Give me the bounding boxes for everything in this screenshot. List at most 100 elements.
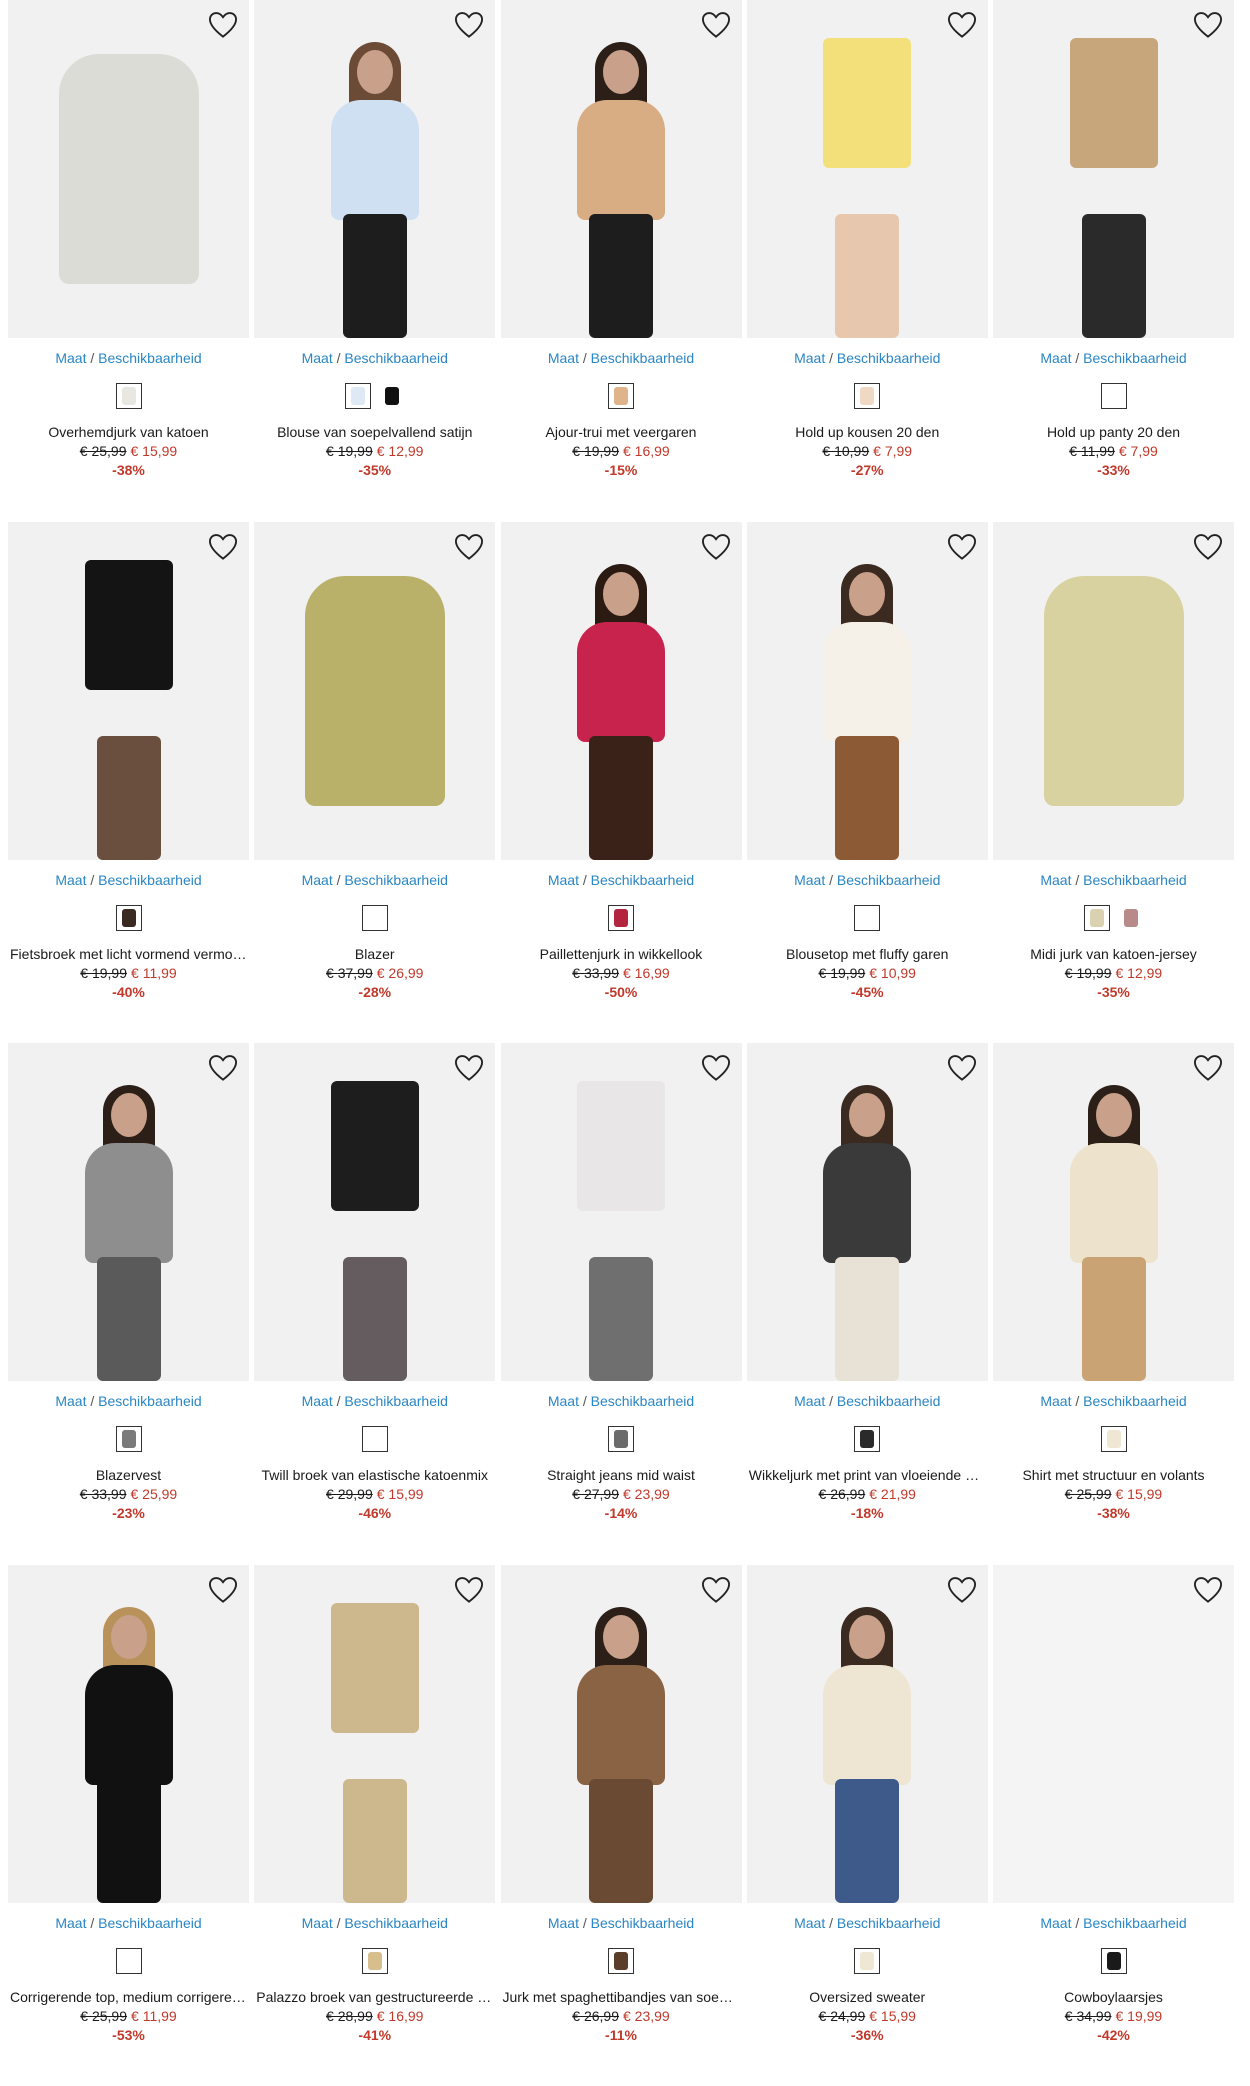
product-image[interactable] (8, 522, 249, 860)
product-card[interactable]: Maat / BeschikbaarheidCowboylaarsjes€ 34… (993, 1565, 1234, 2086)
product-title[interactable]: Corrigerende top, medium corrigerend (8, 1988, 249, 2006)
product-image[interactable] (501, 0, 742, 338)
size-availability-link[interactable]: Maat / Beschikbaarheid (8, 349, 249, 367)
product-image[interactable] (501, 1043, 742, 1381)
product-title[interactable]: Paillettenjurk in wikkellook (501, 945, 742, 963)
product-title[interactable]: Ajour-trui met veergaren (501, 423, 742, 441)
product-card[interactable]: Maat / Beschikbaarheid Shirt met structuu… (993, 1043, 1234, 1565)
product-card[interactable]: Maat / BeschikbaarheidTwill broek van el… (254, 1043, 495, 1565)
product-card[interactable]: Maat / BeschikbaarheidBlazer€ 37,99€ 26,… (254, 522, 495, 1044)
size-availability-link[interactable]: Maat / Beschikbaarheid (747, 871, 988, 889)
size-availability-link[interactable]: Maat / Beschikbaarheid (8, 1914, 249, 1932)
color-swatch[interactable] (362, 1426, 388, 1452)
product-card[interactable]: Maat / BeschikbaarheidAjour-trui met vee… (501, 0, 742, 522)
product-title[interactable]: Palazzo broek van gestructureerde stof (254, 1988, 495, 2006)
color-swatch[interactable] (362, 905, 388, 931)
color-swatch[interactable] (854, 905, 880, 931)
product-title[interactable]: Shirt met structuur en volants (993, 1466, 1234, 1484)
product-image[interactable] (747, 0, 988, 338)
size-availability-link[interactable]: Maat / Beschikbaarheid (501, 1392, 742, 1410)
product-title[interactable]: Blazer (254, 945, 495, 963)
product-card[interactable]: Maat / Beschikbaarheid Wikkeljurk met pri… (747, 1043, 988, 1565)
product-image[interactable] (747, 1565, 988, 1903)
color-swatch[interactable] (608, 905, 634, 931)
color-swatch[interactable] (1084, 905, 1110, 931)
size-availability-link[interactable]: Maat / Beschikbaarheid (254, 871, 495, 889)
product-card[interactable]: Maat / BeschikbaarheidOversized sweater€… (747, 1565, 988, 2086)
size-availability-link[interactable]: Maat / Beschikbaarheid (993, 1392, 1234, 1410)
product-card[interactable]: Maat / Beschikbaarheid Midi jurk van kato… (993, 522, 1234, 1044)
wishlist-heart-icon[interactable] (207, 1575, 239, 1605)
product-image[interactable] (993, 0, 1234, 338)
product-card[interactable]: Maat / Beschikbaarheid Hold up kousen 20 … (747, 0, 988, 522)
wishlist-heart-icon[interactable] (453, 1053, 485, 1083)
wishlist-heart-icon[interactable] (946, 1053, 978, 1083)
color-swatch[interactable] (1101, 383, 1127, 409)
wishlist-heart-icon[interactable] (207, 532, 239, 562)
wishlist-heart-icon[interactable] (946, 10, 978, 40)
color-swatch[interactable] (608, 383, 634, 409)
product-image[interactable] (501, 1565, 742, 1903)
product-image[interactable] (254, 1043, 495, 1381)
color-swatch[interactable] (1101, 1426, 1127, 1452)
size-availability-link[interactable]: Maat / Beschikbaarheid (8, 871, 249, 889)
product-card[interactable]: Maat / BeschikbaarheidStraight jeans mid… (501, 1043, 742, 1565)
product-title[interactable]: Blazervest (8, 1466, 249, 1484)
size-availability-link[interactable]: Maat / Beschikbaarheid (254, 1914, 495, 1932)
product-card[interactable]: Maat / BeschikbaarheidHold up panty 20 d… (993, 0, 1234, 522)
product-card[interactable]: Maat / BeschikbaarheidJurk met spaghetti… (501, 1565, 742, 2086)
product-title[interactable]: Midi jurk van katoen-jersey (993, 945, 1234, 963)
color-swatch[interactable] (854, 383, 880, 409)
product-image[interactable] (254, 522, 495, 860)
size-availability-link[interactable]: Maat / Beschikbaarheid (747, 1392, 988, 1410)
product-card[interactable]: Maat / Beschikbaarheid Fietsbroek met lic… (8, 522, 249, 1044)
wishlist-heart-icon[interactable] (207, 10, 239, 40)
wishlist-heart-icon[interactable] (700, 1575, 732, 1605)
color-swatch[interactable] (362, 1948, 388, 1974)
color-swatch[interactable] (854, 1426, 880, 1452)
product-title[interactable]: Cowboylaarsjes (993, 1988, 1234, 2006)
color-swatch[interactable] (854, 1948, 880, 1974)
wishlist-heart-icon[interactable] (453, 10, 485, 40)
size-availability-link[interactable]: Maat / Beschikbaarheid (993, 871, 1234, 889)
product-image[interactable] (747, 522, 988, 860)
product-image[interactable] (993, 522, 1234, 860)
product-card[interactable]: Maat / Beschikbaarheid Overhemdjurk van k… (8, 0, 249, 522)
size-availability-link[interactable]: Maat / Beschikbaarheid (747, 349, 988, 367)
size-availability-link[interactable]: Maat / Beschikbaarheid (254, 349, 495, 367)
color-swatch[interactable] (608, 1426, 634, 1452)
product-card[interactable]: Maat / BeschikbaarheidBlazervest€ 33,99€… (8, 1043, 249, 1565)
product-image[interactable] (993, 1043, 1234, 1381)
wishlist-heart-icon[interactable] (1192, 532, 1224, 562)
product-title[interactable]: Overhemdjurk van katoen (8, 423, 249, 441)
size-availability-link[interactable]: Maat / Beschikbaarheid (501, 871, 742, 889)
product-image[interactable] (8, 1043, 249, 1381)
product-title[interactable]: Wikkeljurk met print van vloeiende visco… (747, 1466, 988, 1484)
color-swatch[interactable] (116, 1948, 142, 1974)
color-swatch[interactable] (379, 383, 405, 409)
wishlist-heart-icon[interactable] (1192, 1575, 1224, 1605)
product-card[interactable]: Maat / Beschikbaarheid Corrigerende top, … (8, 1565, 249, 2086)
wishlist-heart-icon[interactable] (207, 1053, 239, 1083)
product-title[interactable]: Hold up kousen 20 den (747, 423, 988, 441)
wishlist-heart-icon[interactable] (700, 10, 732, 40)
wishlist-heart-icon[interactable] (700, 532, 732, 562)
color-swatch[interactable] (345, 383, 371, 409)
wishlist-heart-icon[interactable] (700, 1053, 732, 1083)
wishlist-heart-icon[interactable] (946, 1575, 978, 1605)
color-swatch[interactable] (608, 1948, 634, 1974)
color-swatch[interactable] (116, 383, 142, 409)
product-title[interactable]: Jurk met spaghettibandjes van soepelvall… (501, 1988, 742, 2006)
size-availability-link[interactable]: Maat / Beschikbaarheid (747, 1914, 988, 1932)
product-title[interactable]: Hold up panty 20 den (993, 423, 1234, 441)
product-image[interactable] (747, 1043, 988, 1381)
color-swatch[interactable] (1118, 905, 1144, 931)
product-title[interactable]: Oversized sweater (747, 1988, 988, 2006)
product-title[interactable]: Blouse van soepelvallend satijn (254, 423, 495, 441)
wishlist-heart-icon[interactable] (946, 532, 978, 562)
color-swatch[interactable] (116, 905, 142, 931)
product-image[interactable] (993, 1565, 1234, 1903)
product-image[interactable] (8, 0, 249, 338)
wishlist-heart-icon[interactable] (453, 1575, 485, 1605)
product-title[interactable]: Fietsbroek met licht vormend vermogen (8, 945, 249, 963)
